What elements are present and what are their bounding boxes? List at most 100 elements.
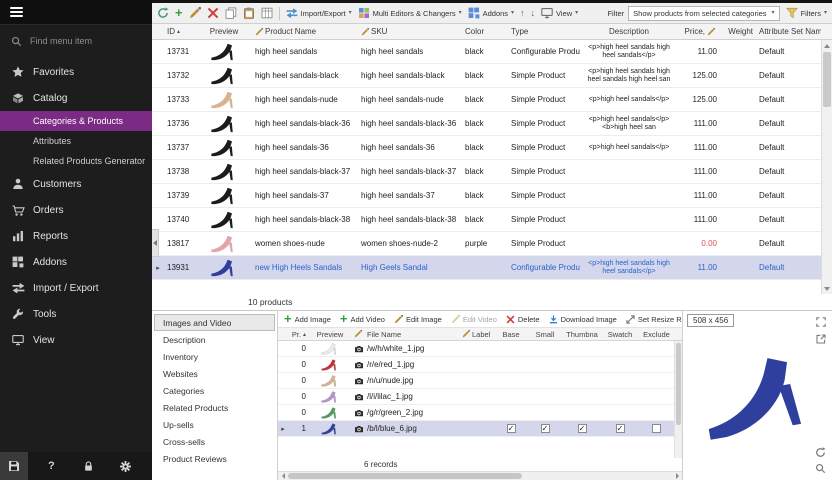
media-column-exclude[interactable]: Exclude	[638, 330, 675, 339]
media-column-thumbnail[interactable]: Thumbna	[562, 330, 602, 339]
columns-button[interactable]	[259, 6, 275, 20]
tab-websites[interactable]: Websites	[154, 365, 275, 382]
product-row[interactable]: 13731 high heel sandals high heel sandal…	[152, 40, 832, 64]
scroll-down-icon[interactable]	[822, 283, 832, 294]
column-header-weight[interactable]: Weight	[720, 27, 756, 36]
tab-description[interactable]: Description	[154, 331, 275, 348]
sidebar-item-view[interactable]: View	[0, 327, 152, 353]
scrollbar-thumb[interactable]	[288, 473, 522, 479]
edit-image-button[interactable]: Edit Image	[394, 315, 442, 324]
tab-images-and-video[interactable]: Images and Video	[154, 314, 275, 331]
add-product-button[interactable]: +	[173, 7, 185, 19]
sidebar-item-attributes[interactable]: Attributes	[0, 131, 152, 151]
checkbox-thumbnail[interactable]: ✓	[578, 424, 587, 433]
panel-collapse-handle[interactable]	[152, 229, 159, 257]
sidebar-item-customers[interactable]: Customers	[0, 171, 152, 197]
tab-product-reviews[interactable]: Product Reviews	[154, 450, 275, 467]
column-header-description[interactable]: Description	[580, 27, 678, 36]
checkbox-base[interactable]: ✓	[507, 424, 516, 433]
help-button[interactable]: ?	[37, 452, 65, 480]
checkbox-exclude[interactable]	[652, 424, 661, 433]
save-button[interactable]	[0, 452, 28, 480]
product-row[interactable]: 13739 high heel sandals-37 high heel san…	[152, 184, 832, 208]
settings-button[interactable]	[112, 452, 140, 480]
addons-menu-button[interactable]: Addons ▾	[466, 6, 516, 20]
zoom-button[interactable]	[813, 461, 828, 476]
column-header-color[interactable]: Color	[462, 27, 508, 36]
column-header-type[interactable]: Type	[508, 27, 580, 36]
sidebar-item-reports[interactable]: Reports	[0, 223, 152, 249]
media-row[interactable]: ▸ 1 /b/l/blue_6.jpg ✓ ✓ ✓ ✓	[278, 421, 682, 437]
open-external-button[interactable]	[813, 331, 828, 346]
view-menu-button[interactable]: View ▾	[539, 6, 580, 20]
media-column-position[interactable]: Pr. ▴	[288, 330, 308, 339]
tab-up-sells[interactable]: Up-sells	[154, 416, 275, 433]
edit-product-button[interactable]	[187, 6, 203, 20]
column-header-price[interactable]: Price,	[678, 27, 720, 36]
sidebar-item-categories-products[interactable]: Categories & Products	[0, 111, 152, 131]
delete-product-button[interactable]	[205, 6, 221, 20]
product-row[interactable]: 13817 women shoes-nude women shoes-nude-…	[152, 232, 832, 256]
product-row[interactable]: 13733 high heel sandals-nude high heel s…	[152, 88, 832, 112]
add-video-button[interactable]: +Add Video	[340, 314, 385, 324]
checkbox-swatch[interactable]: ✓	[616, 424, 625, 433]
sidebar-item-tools[interactable]: Tools	[0, 301, 152, 327]
media-column-label[interactable]: Label	[460, 330, 494, 339]
product-row[interactable]: 13737 high heel sandals-36 high heel san…	[152, 136, 832, 160]
tab-cross-sells[interactable]: Cross-sells	[154, 433, 275, 450]
column-header-product-name[interactable]: Product Name	[252, 27, 358, 36]
checkbox-small[interactable]: ✓	[541, 424, 550, 433]
media-column-preview[interactable]: Preview	[308, 330, 352, 339]
tab-inventory[interactable]: Inventory	[154, 348, 275, 365]
sidebar-item-catalog[interactable]: Catalog	[0, 85, 152, 111]
media-column-file-name[interactable]: File Name	[352, 330, 460, 339]
media-row[interactable]: 0 /r/e/red_1.jpg	[278, 357, 682, 373]
scroll-up-icon[interactable]	[822, 40, 832, 51]
sidebar-item-orders[interactable]: Orders	[0, 197, 152, 223]
filters-menu-button[interactable]: Filters ▾	[784, 6, 829, 20]
grid-vertical-scrollbar[interactable]	[821, 40, 832, 294]
product-row[interactable]: ▸ 13931 new High Heels Sandals High Geel…	[152, 256, 832, 280]
column-header-id[interactable]: ID ▴	[164, 27, 196, 36]
product-row[interactable]: 13738 high heel sandals-black-37 high he…	[152, 160, 832, 184]
column-header-preview[interactable]: Preview	[196, 27, 252, 36]
column-header-sku[interactable]: SKU	[358, 27, 462, 36]
sidebar-item-favorites[interactable]: Favorites	[0, 59, 152, 85]
set-resize-rule-button[interactable]: Set Resize Rule▾	[626, 315, 682, 324]
media-column-small[interactable]: Small	[528, 330, 562, 339]
hamburger-menu-icon[interactable]	[10, 5, 23, 19]
tab-related-products[interactable]: Related Products	[154, 399, 275, 416]
copy-button[interactable]	[223, 6, 239, 20]
import-export-menu-button[interactable]: Import/Export ▾	[284, 6, 354, 20]
tab-categories[interactable]: Categories	[154, 382, 275, 399]
media-row[interactable]: 0 /n/u/nude.jpg	[278, 373, 682, 389]
product-image-preview[interactable]	[683, 311, 832, 480]
sidebar-item-addons[interactable]: Addons	[0, 249, 152, 275]
scroll-left-icon[interactable]	[278, 472, 287, 480]
scroll-right-icon[interactable]	[673, 472, 682, 480]
lock-button[interactable]	[75, 452, 103, 480]
media-vertical-scrollbar[interactable]	[674, 341, 682, 458]
multi-editors-menu-button[interactable]: Multi Editors & Changers ▾	[356, 6, 464, 20]
product-row[interactable]: 13740 high heel sandals-black-38 high he…	[152, 208, 832, 232]
column-header-attribute-set[interactable]: Attribute Set Name	[756, 27, 821, 36]
media-row[interactable]: 0 /g/r/green_2.jpg	[278, 405, 682, 421]
media-column-swatch[interactable]: Swatch	[602, 330, 638, 339]
media-column-base[interactable]: Base	[494, 330, 528, 339]
sidebar-item-related-products-generator[interactable]: Related Products Generator	[0, 151, 152, 171]
sort-ascending-button[interactable]: ↑	[518, 8, 527, 19]
download-image-button[interactable]: Download Image	[549, 315, 617, 324]
refresh-button[interactable]	[155, 6, 171, 20]
product-row[interactable]: 13732 high heel sandals-black high heel …	[152, 64, 832, 88]
add-image-button[interactable]: +Add Image	[284, 314, 331, 324]
sidebar-search[interactable]: Find menu item	[0, 25, 152, 57]
scrollbar-thumb[interactable]	[823, 52, 831, 107]
media-row[interactable]: 0 /w/h/white_1.jpg	[278, 341, 682, 357]
sidebar-item-import-export[interactable]: Import / Export	[0, 275, 152, 301]
scrollbar-thumb[interactable]	[676, 343, 681, 425]
category-filter-select[interactable]: Show products from selected categories ▾	[628, 6, 779, 21]
media-horizontal-scrollbar[interactable]	[278, 471, 682, 480]
delete-button[interactable]: Delete	[506, 315, 540, 324]
sort-descending-button[interactable]: ↓	[529, 8, 538, 19]
rotate-button[interactable]	[813, 445, 828, 460]
